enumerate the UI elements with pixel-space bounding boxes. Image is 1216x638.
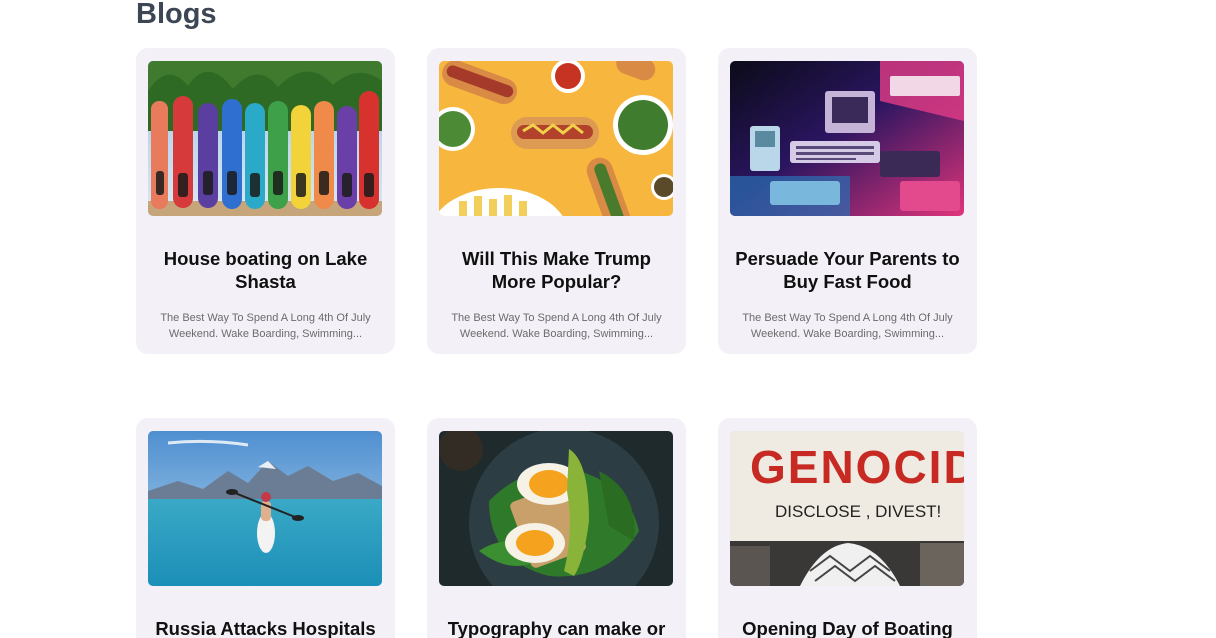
card-excerpt: The Best Way To Spend A Long 4th Of July…: [742, 312, 953, 340]
card-title[interactable]: Typography can make or: [443, 617, 670, 638]
card-excerpt: The Best Way To Spend A Long 4th Of July…: [451, 312, 662, 340]
blog-card[interactable]: House boating on Lake Shasta The Best Wa…: [136, 48, 395, 354]
card-title[interactable]: Opening Day of Boating: [734, 617, 961, 638]
blog-card[interactable]: Russia Attacks Hospitals: [136, 418, 395, 638]
card-title[interactable]: House boating on Lake Shasta: [152, 247, 379, 293]
card-title[interactable]: Persuade Your Parents to Buy Fast Food: [734, 247, 961, 293]
egg-toast-photo[interactable]: [439, 431, 673, 586]
blogs-page: Blogs House boating on Lake Shasta The B…: [0, 0, 1216, 638]
blog-card[interactable]: Typography can make or: [427, 418, 686, 638]
protest-sign-text: GENOCID: [750, 441, 964, 493]
kayak-lake-photo[interactable]: [148, 431, 382, 586]
blog-card[interactable]: Persuade Your Parents to Buy Fast Food T…: [718, 48, 977, 354]
surfboards-photo[interactable]: [148, 61, 382, 216]
card-title[interactable]: Russia Attacks Hospitals: [152, 617, 379, 638]
blog-card[interactable]: Will This Make Trump More Popular? The B…: [427, 48, 686, 354]
card-title[interactable]: Will This Make Trump More Popular?: [443, 247, 670, 293]
blog-card[interactable]: GENOCID DISCLOSE , DIVEST! Opening Day o…: [718, 418, 977, 638]
retro-computers-photo[interactable]: [730, 61, 964, 216]
protest-sign-photo[interactable]: GENOCID DISCLOSE , DIVEST!: [730, 431, 964, 586]
hotdogs-photo[interactable]: [439, 61, 673, 216]
card-excerpt: The Best Way To Spend A Long 4th Of July…: [160, 312, 371, 340]
protest-sign-subtext: DISCLOSE , DIVEST!: [775, 502, 941, 521]
section-heading: Blogs: [136, 0, 217, 30]
